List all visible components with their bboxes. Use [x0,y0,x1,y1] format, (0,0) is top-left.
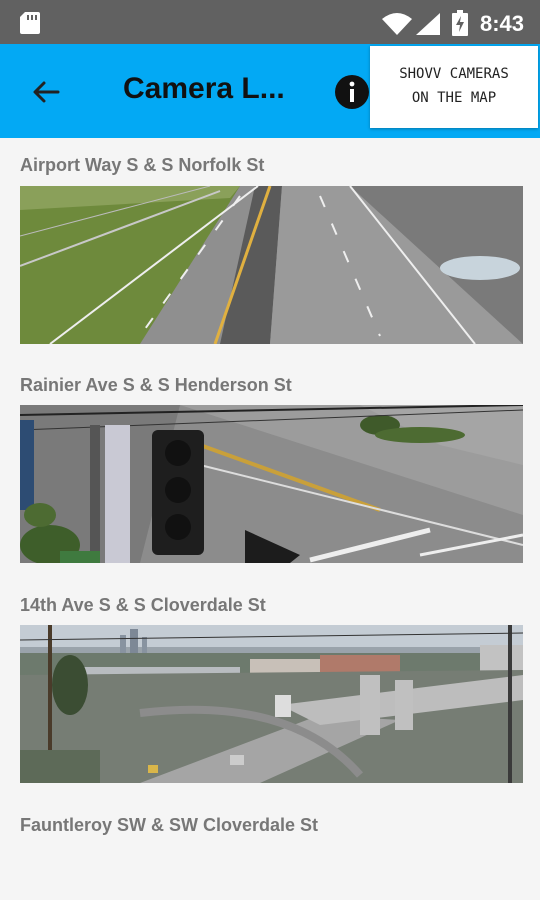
show-cameras-on-map-tooltip[interactable]: SHOVV CAMERAS ON THE MAP [370,46,538,128]
camera-image-airport-way[interactable] [20,186,523,344]
wifi-icon [382,13,412,35]
signal-icon [416,13,440,35]
camera-title: 14th Ave S & S Cloverdale St [20,595,266,615]
camera-image-rainier-ave[interactable] [20,405,523,563]
camera-title: Fauntleroy SW & SW Cloverdale St [20,815,319,835]
clock: 8:43 [480,11,525,36]
tooltip-text: SHOVV CAMERAS ON THE MAP [370,62,538,110]
page-title: Camera L... [123,72,285,105]
arrow-left-icon[interactable] [28,74,64,110]
camera-title: Airport Way S & S Norfolk St [20,155,265,175]
tooltip-line-1: SHOVV CAMERAS [399,66,509,82]
battery-charging-icon [452,10,468,36]
status-bar: 8:43 [0,0,540,44]
tooltip-line-2: ON THE MAP [411,90,497,106]
camera-image-14th-ave[interactable] [20,625,523,783]
info-icon[interactable] [334,74,370,110]
sd-card-icon [20,12,40,34]
camera-title: Rainier Ave S & S Henderson St [20,375,292,395]
